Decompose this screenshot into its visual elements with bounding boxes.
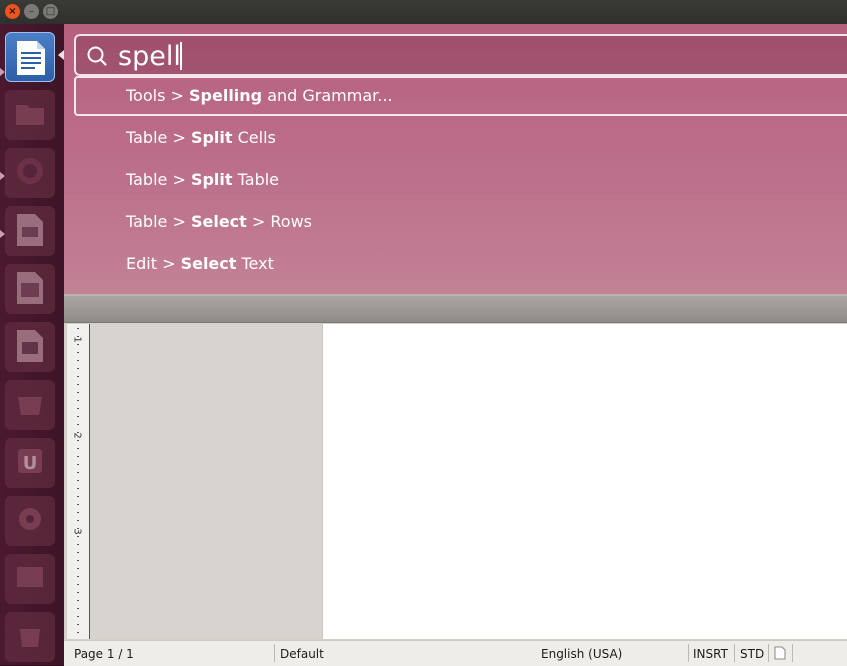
- ruler-tick: [77, 480, 79, 481]
- minimize-window-button[interactable]: –: [24, 4, 39, 19]
- ruler-tick: [77, 496, 79, 497]
- ruler-tick: [77, 456, 79, 457]
- hud-result-item[interactable]: Table > Select > Rows: [74, 202, 847, 242]
- ruler-tick: [77, 512, 79, 513]
- ruler-tick: [77, 416, 79, 417]
- hud-search-box[interactable]: [74, 34, 847, 76]
- ruler-tick: [77, 424, 79, 425]
- ruler-tick: [77, 368, 79, 369]
- ruler-tick: [77, 584, 79, 585]
- ruler-tick: [77, 392, 79, 393]
- search-icon: [87, 46, 107, 66]
- firefox-icon: [17, 158, 43, 184]
- ruler-tick: [77, 632, 79, 633]
- page-count: Page 1 / 1: [74, 647, 134, 661]
- ruler-tick: [77, 544, 79, 545]
- launcher-calc[interactable]: [5, 264, 55, 314]
- software-center-icon: [18, 397, 42, 415]
- ruler-tick: [77, 472, 79, 473]
- ubuntu-one-icon: U: [18, 449, 42, 474]
- ruler-tick: [77, 448, 79, 449]
- ruler-tick: [77, 616, 79, 617]
- status-bar: Page 1 / 1 Default English (USA) INSRT S…: [64, 640, 847, 666]
- window-titlebar: × – □: [0, 0, 847, 24]
- unity-launcher: U: [0, 24, 64, 665]
- libreoffice-calc-icon: [17, 272, 43, 304]
- launcher-workspace-switcher[interactable]: [5, 554, 55, 604]
- libreoffice-writer-icon: [17, 41, 45, 75]
- launcher-trash[interactable]: [5, 612, 55, 662]
- ruler-tick: [77, 440, 79, 441]
- ruler-tick: [77, 352, 79, 353]
- selection-mode[interactable]: STD: [740, 647, 764, 661]
- ruler-tick: [77, 608, 79, 609]
- ruler-tick: [77, 464, 79, 465]
- libreoffice-impress-icon: [17, 214, 43, 246]
- hud-search-input[interactable]: [118, 38, 718, 74]
- ruler-label: 3: [71, 528, 83, 535]
- ruler-tick: [77, 560, 79, 561]
- document-modified-icon: [774, 646, 786, 660]
- insert-mode[interactable]: INSRT: [693, 647, 728, 661]
- document-page[interactable]: [322, 324, 847, 639]
- ruler-label: 2: [71, 432, 83, 439]
- maximize-window-button[interactable]: □: [43, 4, 58, 19]
- launcher-files[interactable]: [5, 90, 55, 140]
- ruler-tick: [77, 536, 79, 537]
- svg-text:U: U: [23, 453, 38, 474]
- hud-result-item[interactable]: Table > Split Table: [74, 160, 847, 200]
- launcher-impress[interactable]: [5, 206, 55, 256]
- page-style[interactable]: Default: [280, 647, 324, 661]
- ruler-tick: [77, 360, 79, 361]
- ruler-label: 1: [71, 336, 83, 343]
- hud-result-item[interactable]: Tools > Spelling and Grammar...: [74, 76, 847, 116]
- ruler-tick: [77, 384, 79, 385]
- files-folder-icon: [16, 105, 44, 125]
- launcher-firefox[interactable]: [5, 148, 55, 198]
- ruler-tick: [77, 344, 79, 345]
- launcher-system-settings[interactable]: [5, 496, 55, 546]
- vertical-ruler: 1 2 3: [67, 324, 90, 639]
- ruler-tick: [77, 408, 79, 409]
- ruler-tick: [77, 528, 79, 529]
- text-caret: [180, 42, 182, 70]
- ruler-tick: [77, 552, 79, 553]
- ruler-tick: [77, 576, 79, 577]
- ruler-tick: [77, 624, 79, 625]
- ruler-tick: [77, 336, 79, 337]
- system-settings-icon: [19, 508, 41, 530]
- ruler-tick: [77, 520, 79, 521]
- close-window-button[interactable]: ×: [5, 4, 20, 19]
- launcher-draw[interactable]: [5, 322, 55, 372]
- hud-result-item[interactable]: Table > Split Cells: [74, 118, 847, 158]
- trash-icon: [20, 629, 40, 647]
- ruler-tick: [77, 376, 79, 377]
- hud-result-item[interactable]: Edit > Select Text: [74, 244, 847, 284]
- ruler-tick: [77, 488, 79, 489]
- workspace-switcher-icon: [17, 567, 43, 587]
- ruler-tick: [77, 432, 79, 433]
- launcher-writer[interactable]: [5, 32, 55, 82]
- ruler-tick: [77, 600, 79, 601]
- hud-overlay: Tools > Spelling and Grammar... Table > …: [64, 24, 847, 294]
- ruler-tick: [77, 568, 79, 569]
- ruler-tick: [77, 504, 79, 505]
- language-indicator[interactable]: English (USA): [541, 647, 622, 661]
- launcher-software-center[interactable]: [5, 380, 55, 430]
- ruler-tick: [77, 328, 79, 329]
- ruler-tick: [77, 400, 79, 401]
- horizontal-ruler: [64, 296, 847, 323]
- launcher-ubuntu-one[interactable]: U: [5, 438, 55, 488]
- page-margin-area: [90, 324, 322, 639]
- libreoffice-draw-icon: [17, 330, 43, 362]
- ruler-tick: [77, 592, 79, 593]
